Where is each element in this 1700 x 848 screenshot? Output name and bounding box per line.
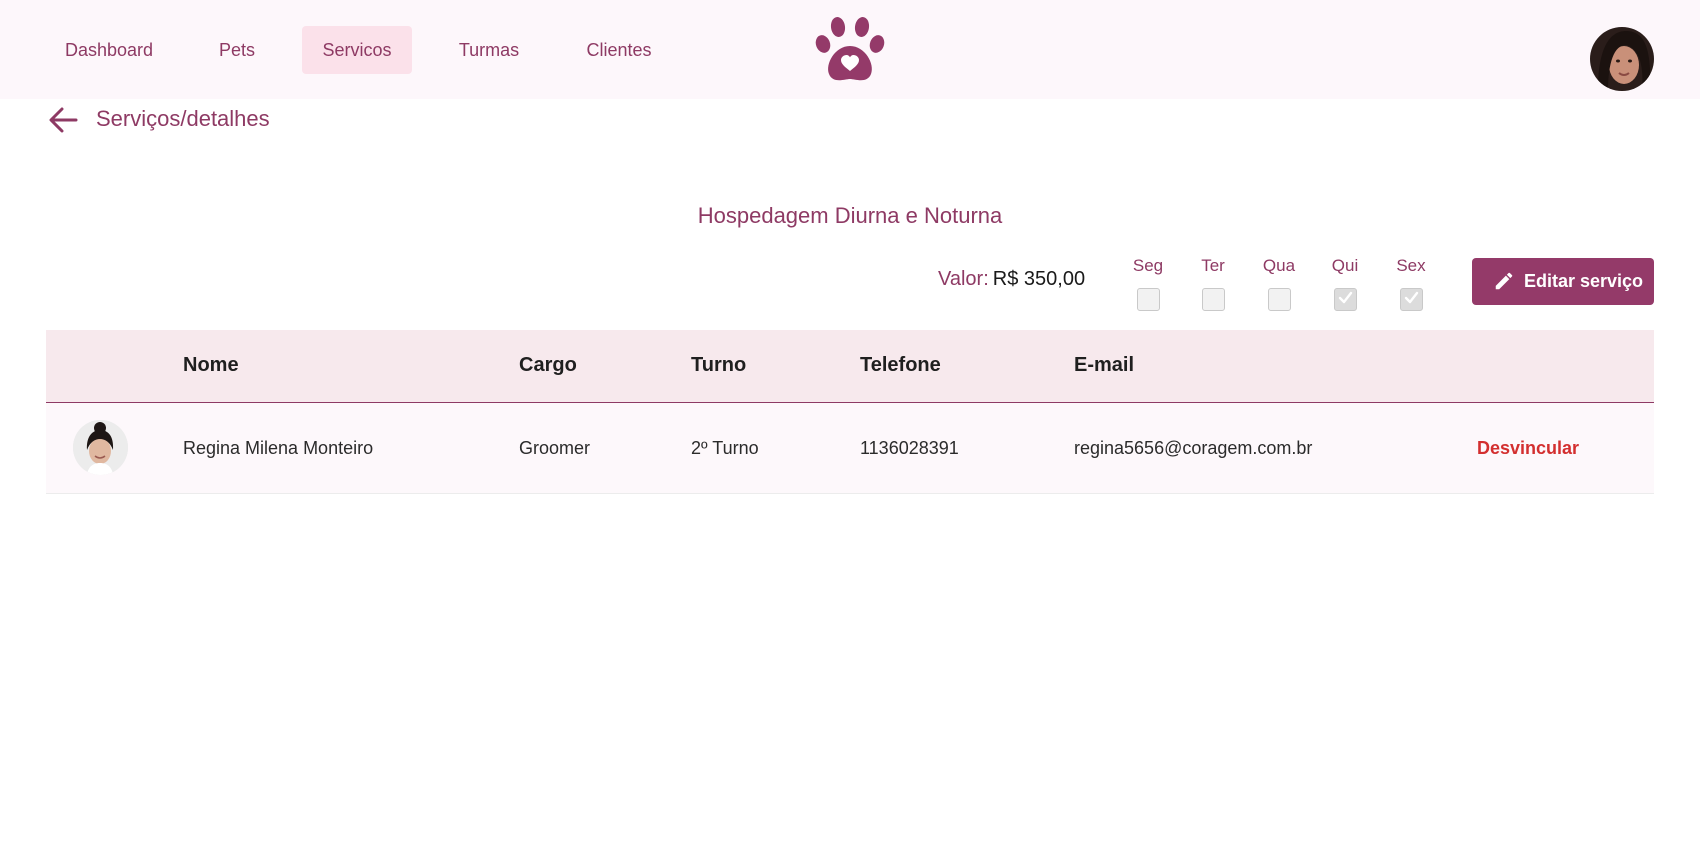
nav-item-pets[interactable]: Pets — [198, 26, 276, 74]
column-header-email: E-mail — [1074, 354, 1135, 376]
staff-table: Nome Cargo Turno Telefone E-mail Regina … — [46, 330, 1654, 494]
day-label: Seg — [1132, 256, 1164, 275]
service-name: Hospedagem Diurna e Noturna — [697, 203, 1003, 228]
employee-name: Regina Milena Monteiro — [183, 438, 374, 458]
day-checkbox-qui[interactable] — [1333, 288, 1357, 311]
check-icon — [1404, 291, 1418, 304]
employee-role: Groomer — [519, 438, 591, 458]
column-header-cargo: Cargo — [519, 354, 577, 376]
nav-item-turmas[interactable]: Turmas — [438, 26, 540, 74]
nav-item-servicos[interactable]: Servicos — [302, 26, 412, 74]
employee-shift: 2º Turno — [691, 438, 759, 458]
employee-avatar — [73, 420, 128, 475]
day-checkbox-sex[interactable] — [1399, 288, 1423, 311]
column-header-turno: Turno — [691, 354, 747, 376]
employee-phone: 1136028391 — [860, 438, 959, 458]
day-checkbox-ter[interactable] — [1201, 288, 1225, 311]
employee-email: regina5656@coragem.com.br — [1074, 438, 1313, 458]
price-value: R$ 350,00 — [992, 268, 1086, 290]
pencil-icon — [1495, 272, 1513, 290]
edit-service-label: Editar serviço — [1524, 271, 1644, 291]
day-label: Sex — [1396, 256, 1426, 275]
column-header-nome: Nome — [183, 354, 239, 376]
column-header-telefone: Telefone — [860, 354, 941, 376]
day-qua: Qua — [1254, 256, 1304, 311]
table-row[interactable]: Regina Milena Monteiro Groomer 2º Turno … — [46, 403, 1654, 494]
unlink-button[interactable]: Desvincular — [1477, 438, 1579, 459]
user-avatar[interactable] — [1590, 27, 1654, 91]
day-label: Ter — [1201, 256, 1225, 275]
day-checkbox-seg[interactable] — [1136, 288, 1160, 311]
page-title: Serviços/detalhes — [96, 106, 270, 131]
day-label: Qui — [1331, 256, 1359, 275]
day-sex: Sex — [1386, 256, 1436, 311]
day-label: Qua — [1262, 256, 1296, 275]
day-qui: Qui — [1320, 256, 1370, 311]
day-checkbox-qua[interactable] — [1267, 288, 1291, 311]
paw-heart-icon[interactable] — [815, 16, 885, 84]
service-price: Valor: R$ 350,00 — [938, 268, 1085, 291]
table-header: Nome Cargo Turno Telefone E-mail — [46, 330, 1654, 403]
day-seg: Seg — [1123, 256, 1173, 311]
nav-item-dashboard[interactable]: Dashboard — [46, 26, 172, 74]
edit-service-button[interactable]: Editar serviço — [1472, 258, 1654, 305]
day-ter: Ter — [1188, 256, 1238, 311]
price-label: Valor: — [938, 268, 989, 290]
nav-item-clientes[interactable]: Clientes — [566, 26, 672, 74]
top-nav-bar: Dashboard Pets Servicos Turmas Clientes — [0, 0, 1700, 99]
check-icon — [1338, 291, 1352, 304]
arrow-left-icon[interactable] — [46, 104, 80, 136]
